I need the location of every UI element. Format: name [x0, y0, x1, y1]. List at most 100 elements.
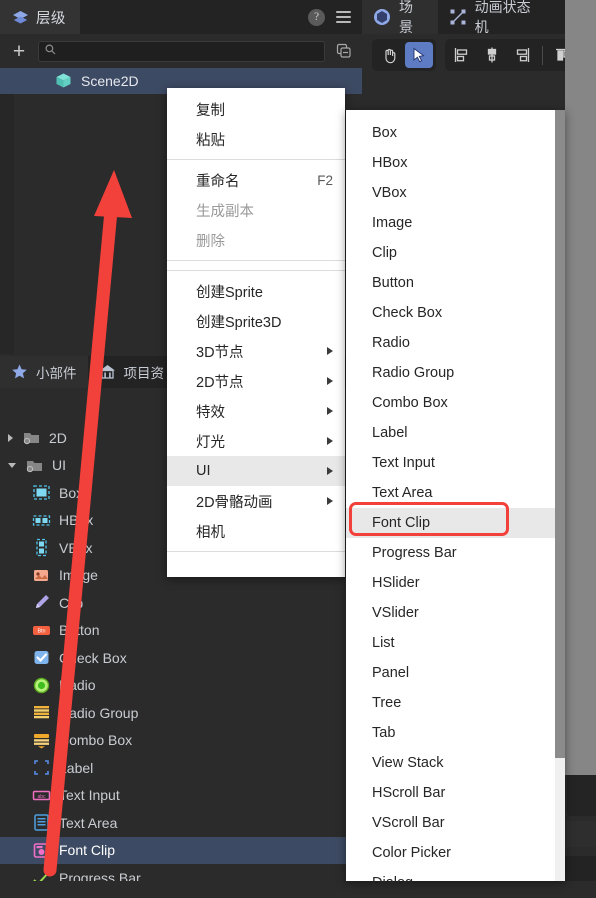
- submenu-item-button[interactable]: Button: [346, 268, 565, 298]
- submenu-item-label[interactable]: Label: [346, 418, 565, 448]
- submenu-item-hslider[interactable]: HSlider: [346, 568, 565, 598]
- chevron-right-icon[interactable]: [8, 433, 13, 442]
- widget-list-item-label: Radio Group: [59, 704, 139, 721]
- node-context-menu: 复制 粘贴 重命名 F2 生成副本 删除 创建Sprite 创建Sprite3D…: [167, 88, 345, 577]
- submenu-item-dialog[interactable]: Dialog: [346, 868, 565, 898]
- menu-item-paste[interactable]: 粘贴: [167, 124, 345, 154]
- submenu-item-tab[interactable]: Tab: [346, 718, 565, 748]
- widget-list-item-radio-group[interactable]: Radio Group: [0, 699, 362, 727]
- help-icon[interactable]: ?: [308, 8, 325, 26]
- submenu-item-label: View Stack: [372, 755, 444, 771]
- menu-item-camera[interactable]: 相机: [167, 516, 345, 546]
- widget-list-item-label: Box: [59, 484, 84, 501]
- menu-item-label: 3D节点: [196, 344, 244, 361]
- widget-list-item-label: Check Box: [59, 649, 127, 666]
- submenu-item-color-picker[interactable]: Color Picker: [346, 838, 565, 868]
- chevron-down-icon[interactable]: [8, 462, 16, 468]
- submenu-item-progress-bar[interactable]: Progress Bar: [346, 538, 565, 568]
- menu-item-create-sprite3d[interactable]: 创建Sprite3D: [167, 306, 345, 336]
- widget-list-item-button[interactable]: Btn Button: [0, 617, 362, 645]
- hierarchy-tabbar: 层级 ?: [0, 0, 362, 34]
- submenu-item-label: VSlider: [372, 605, 419, 621]
- submenu-item-label: Tab: [372, 725, 396, 741]
- submenu-item-font-clip[interactable]: Font Clip: [346, 508, 565, 538]
- window-backdrop: [565, 0, 596, 775]
- widget-list-item-font-clip[interactable]: Font Clip: [0, 836, 362, 864]
- widget-list-item-label[interactable]: Label: [0, 754, 362, 782]
- menu-item-ui[interactable]: UI: [167, 456, 345, 486]
- menu-item-2d-skeletal-animation[interactable]: 2D骨骼动画: [167, 486, 345, 516]
- widget-list-item-text-area[interactable]: Text Area: [0, 809, 362, 837]
- menu-item-effects[interactable]: 特效: [167, 396, 345, 426]
- select-tool-button[interactable]: [405, 42, 433, 68]
- submenu-item-radio-group[interactable]: Radio Group: [346, 358, 565, 388]
- submenu-item-panel[interactable]: Panel: [346, 658, 565, 688]
- submenu-item-label: Panel: [372, 665, 410, 681]
- submenu-scrollbar[interactable]: [555, 110, 565, 881]
- submenu-item-text-area[interactable]: Text Area: [346, 478, 565, 508]
- hand-tool-button[interactable]: [375, 42, 403, 68]
- menu-separator: [167, 551, 345, 552]
- tab-widgets[interactable]: 小部件: [0, 356, 88, 388]
- submenu-item-combo-box[interactable]: Combo Box: [346, 388, 565, 418]
- hamburger-icon[interactable]: [336, 11, 351, 23]
- tab-scene[interactable]: 场景: [362, 0, 438, 35]
- scene2d-tree-node-label: Scene2D: [81, 73, 139, 89]
- menu-item-create-sprite[interactable]: 创建Sprite: [167, 276, 345, 306]
- tab-anim-state-machine-label: 动画状态机: [474, 0, 531, 35]
- tab-anim-state-machine[interactable]: 动画状态机: [438, 0, 555, 35]
- submenu-scrollbar-thumb[interactable]: [555, 110, 565, 758]
- anim-state-icon: [449, 8, 468, 27]
- submenu-item-label: HSlider: [372, 575, 420, 591]
- submenu-item-text-input[interactable]: Text Input: [346, 448, 565, 478]
- menu-item-label: 复制: [196, 102, 225, 119]
- widget-list-item-label: Font Clip: [59, 842, 116, 859]
- widget-list-item-radio[interactable]: Radio: [0, 672, 362, 700]
- menu-item-2d-node[interactable]: 2D节点: [167, 366, 345, 396]
- chevron-right-icon: [327, 407, 333, 415]
- search-input[interactable]: [56, 43, 318, 59]
- submenu-item-vslider[interactable]: VSlider: [346, 598, 565, 628]
- widget-list-item-combo-box[interactable]: Combo Box: [0, 727, 362, 755]
- button-icon: Btn: [32, 621, 51, 640]
- add-node-button[interactable]: +: [8, 41, 30, 62]
- widget-list-item-text-input[interactable]: abc Text Input: [0, 782, 362, 810]
- align-left-button[interactable]: [448, 42, 476, 68]
- submenu-item-label: Dialog: [372, 875, 414, 891]
- menu-item-label: 2D骨骼动画: [196, 494, 273, 511]
- submenu-item-tree[interactable]: Tree: [346, 688, 565, 718]
- submenu-item-image[interactable]: Image: [346, 208, 565, 238]
- submenu-item-check-box[interactable]: Check Box: [346, 298, 565, 328]
- hbox-icon: [32, 511, 51, 530]
- widget-list-item-check-box[interactable]: Check Box: [0, 644, 362, 672]
- widget-list-item-label: Button: [59, 622, 100, 639]
- collapse-all-icon[interactable]: [333, 41, 354, 62]
- menu-item-3d-node[interactable]: 3D节点: [167, 336, 345, 366]
- submenu-item-vscroll-bar[interactable]: VScroll Bar: [346, 808, 565, 838]
- tab-project-assets-label: 项目资: [123, 366, 165, 381]
- align-right-button[interactable]: [508, 42, 536, 68]
- widget-list-item-clip[interactable]: Clip: [0, 589, 362, 617]
- folder-2d-icon: [22, 428, 41, 447]
- widget-list-item-progress-bar[interactable]: Progress Bar: [0, 864, 362, 881]
- submenu-item-box[interactable]: Box: [346, 118, 565, 148]
- tab-hierarchy[interactable]: 层级: [0, 0, 80, 34]
- submenu-item-clip[interactable]: Clip: [346, 238, 565, 268]
- submenu-item-list[interactable]: List: [346, 628, 565, 658]
- tab-project-assets[interactable]: 项目资: [88, 356, 176, 388]
- align-center-v-button[interactable]: [478, 42, 506, 68]
- menu-item-rename[interactable]: 重命名 F2: [167, 165, 345, 195]
- submenu-item-label: Clip: [372, 245, 397, 261]
- submenu-item-hscroll-bar[interactable]: HScroll Bar: [346, 778, 565, 808]
- menu-item-lights[interactable]: 灯光: [167, 426, 345, 456]
- submenu-item-hbox[interactable]: HBox: [346, 148, 565, 178]
- text-input-icon: abc: [32, 786, 51, 805]
- widget-list-item-label: HBox: [59, 512, 94, 529]
- submenu-item-view-stack[interactable]: View Stack: [346, 748, 565, 778]
- hierarchy-search-field[interactable]: [38, 40, 325, 62]
- menu-separator: [167, 260, 345, 261]
- menu-item-label: 生成副本: [196, 203, 254, 220]
- submenu-item-radio[interactable]: Radio: [346, 328, 565, 358]
- menu-item-copy[interactable]: 复制: [167, 94, 345, 124]
- submenu-item-vbox[interactable]: VBox: [346, 178, 565, 208]
